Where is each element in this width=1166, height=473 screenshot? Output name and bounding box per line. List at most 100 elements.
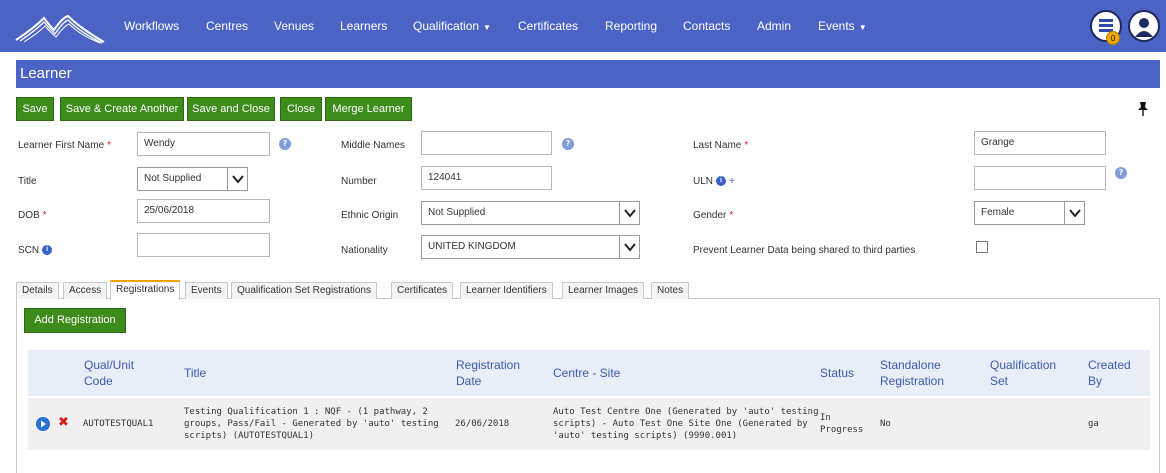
help-icon[interactable]: ? <box>562 138 574 150</box>
last-name-field[interactable]: Grange <box>974 131 1106 155</box>
nav-admin[interactable]: Admin <box>757 19 791 33</box>
nav-certificates[interactable]: Certificates <box>518 19 578 33</box>
gender-value: Female <box>981 207 1015 218</box>
tab-qualification-set-registrations[interactable]: Qualification Set Registrations <box>231 282 377 299</box>
nav-centres[interactable]: Centres <box>206 19 248 33</box>
close-button[interactable]: Close <box>280 97 322 121</box>
ethnic-origin-value: Not Supplied <box>428 207 486 218</box>
help-icon[interactable]: ? <box>279 138 291 150</box>
uln-label: ULN i + <box>693 176 735 187</box>
column-header-standalone[interactable]: Standalone Registration <box>880 357 944 389</box>
info-icon[interactable]: i <box>716 176 727 187</box>
gender-select[interactable]: Female <box>974 201 1085 225</box>
tab-learner-images[interactable]: Learner Images <box>562 282 645 299</box>
required-mark: * <box>744 140 749 151</box>
last-name-label-text: Last Name <box>693 140 742 151</box>
cell-status-line2: Progress <box>820 425 864 435</box>
chevron-down-icon <box>1064 202 1084 224</box>
tab-events[interactable]: Events <box>185 282 228 299</box>
user-icon <box>1135 18 1153 37</box>
nav-contacts[interactable]: Contacts <box>683 19 730 33</box>
column-header-title[interactable]: Title <box>184 365 206 381</box>
required-mark: * <box>107 140 112 151</box>
table-row: AUTOTESTQUAL1 Testing Qualification 1 : … <box>28 398 1150 450</box>
tab-registrations[interactable]: Registrations <box>110 280 181 300</box>
info-icon[interactable]: i <box>42 245 53 256</box>
cell-title: Testing Qualification 1 : NQF - (1 pathw… <box>184 406 439 442</box>
user-menu-button[interactable] <box>1128 10 1160 42</box>
column-header-code[interactable]: Qual/Unit Code <box>84 357 134 389</box>
first-name-label: Learner First Name * <box>18 140 111 151</box>
tab-notes[interactable]: Notes <box>651 282 690 299</box>
number-field[interactable]: 124041 <box>421 166 552 190</box>
cell-centre-line1: Auto Test Centre One (Generated by 'auto… <box>553 407 819 417</box>
merge-learner-button[interactable]: Merge Learner <box>325 97 412 121</box>
required-mark: * <box>42 210 47 221</box>
nav-workflows[interactable]: Workflows <box>124 19 179 33</box>
plus-icon[interactable]: + <box>729 176 735 187</box>
nav-venues[interactable]: Venues <box>274 19 314 33</box>
pin-icon[interactable] <box>1136 101 1150 117</box>
save-create-another-button[interactable]: Save & Create Another <box>60 97 184 121</box>
prevent-sharing-checkbox[interactable] <box>976 241 988 253</box>
delete-icon[interactable]: ✖ <box>58 416 69 430</box>
scn-field[interactable] <box>137 233 270 257</box>
scn-label-text: SCN <box>18 245 40 256</box>
required-mark: * <box>729 210 734 221</box>
play-icon[interactable] <box>36 417 50 431</box>
save-button[interactable]: Save <box>16 97 54 121</box>
caret-down-icon: ▼ <box>858 23 867 32</box>
tab-access[interactable]: Access <box>63 282 108 299</box>
nav-learners[interactable]: Learners <box>340 19 387 33</box>
nationality-select[interactable]: UNITED KINGDOM <box>421 235 640 259</box>
chevron-down-icon <box>619 236 639 258</box>
title-select[interactable]: Not Supplied <box>137 167 248 191</box>
uln-field[interactable] <box>974 166 1106 190</box>
tab-details[interactable]: Details <box>16 282 59 299</box>
top-nav: Workflows Centres Venues Learners Qualif… <box>0 0 1166 52</box>
column-header-standalone-line1: Standalone <box>880 358 941 372</box>
tab-learner-identifiers[interactable]: Learner Identifiers <box>460 282 553 299</box>
column-header-qualset-line2: Set <box>990 374 1009 388</box>
tab-certificates[interactable]: Certificates <box>391 282 454 299</box>
column-header-qualification-set[interactable]: Qualification Set <box>990 357 1056 389</box>
caret-down-icon: ▼ <box>483 23 491 32</box>
column-header-created-line2: By <box>1088 374 1103 388</box>
column-header-date-line1: Registration <box>456 358 521 372</box>
number-label: Number <box>341 176 377 187</box>
cell-registration-date: 26/06/2018 <box>455 419 510 429</box>
mountain-logo-icon[interactable] <box>14 8 106 44</box>
title-label: Title <box>18 176 37 187</box>
last-name-label: Last Name * <box>693 140 748 151</box>
column-header-date[interactable]: Registration Date <box>456 357 520 389</box>
nav-qualification[interactable]: Qualification ▼ <box>413 19 491 33</box>
first-name-field[interactable]: Wendy <box>137 132 270 156</box>
middle-names-field[interactable] <box>421 131 552 155</box>
notification-badge: 0 <box>1106 31 1120 45</box>
column-header-created-by[interactable]: Created By <box>1088 357 1131 389</box>
nav-reporting[interactable]: Reporting <box>605 19 657 33</box>
cell-created-by: ga <box>1088 419 1099 429</box>
cell-code: AUTOTESTQUAL1 <box>83 419 154 429</box>
ethnic-origin-label: Ethnic Origin <box>341 210 399 221</box>
first-name-label-text: Learner First Name <box>18 140 105 151</box>
cell-standalone: No <box>880 419 891 429</box>
save-and-close-button[interactable]: Save and Close <box>187 97 275 121</box>
chevron-down-icon <box>227 168 247 190</box>
add-registration-button[interactable]: Add Registration <box>24 308 126 333</box>
column-header-date-line2: Date <box>456 374 482 388</box>
column-header-status[interactable]: Status <box>820 365 854 381</box>
dob-field[interactable]: 25/06/2018 <box>137 199 270 223</box>
gender-label: Gender * <box>693 210 733 221</box>
column-header-standalone-line2: Registration <box>880 374 945 388</box>
chevron-down-icon <box>619 202 639 224</box>
cell-title-line3: scripts) (AUTOTESTQUAL1) <box>184 431 315 441</box>
ethnic-origin-select[interactable]: Not Supplied <box>421 201 640 225</box>
column-header-created-line1: Created <box>1088 358 1131 372</box>
cell-title-line2: groups, Pass/Fail - Generated by 'auto' … <box>184 419 439 429</box>
dob-label: DOB * <box>18 210 47 221</box>
column-header-centre-site[interactable]: Centre - Site <box>553 365 620 381</box>
middle-names-label: Middle Names <box>341 140 405 151</box>
nav-events[interactable]: Events ▼ <box>818 19 867 33</box>
help-icon[interactable]: ? <box>1115 167 1127 179</box>
